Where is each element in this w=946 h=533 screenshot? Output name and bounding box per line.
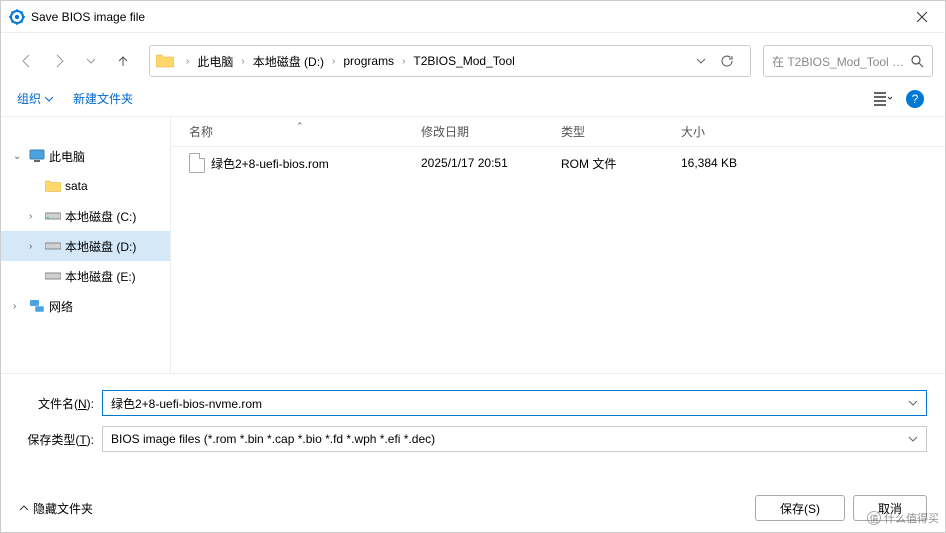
column-name[interactable]: 名称⌃ [171, 123, 421, 140]
search-placeholder: 在 T2BIOS_Mod_Tool 中... [772, 53, 910, 70]
tree-item-thispc[interactable]: ⌄ 此电脑 [1, 141, 170, 171]
breadcrumb-item[interactable]: 本地磁盘 (D:) [249, 53, 328, 70]
forward-button[interactable] [45, 47, 73, 75]
breadcrumb-item[interactable]: programs [339, 54, 398, 68]
column-headers: 名称⌃ 修改日期 类型 大小 [171, 117, 945, 147]
sidebar-tree: ⌄ 此电脑 sata › 本地磁盘 (C:) › 本地磁盘 (D:) 本地磁盘 … [1, 117, 171, 373]
address-bar[interactable]: › 此电脑 › 本地磁盘 (D:) › programs › T2BIOS_Mo… [149, 45, 751, 77]
tree-item-network[interactable]: › 网络 [1, 291, 170, 321]
tree-label: 此电脑 [49, 148, 85, 165]
tree-label: 本地磁盘 (E:) [65, 268, 136, 285]
up-button[interactable] [109, 47, 137, 75]
chevron-right-icon[interactable]: › [29, 211, 41, 222]
column-size[interactable]: 大小 [681, 123, 781, 140]
search-icon [910, 54, 924, 68]
view-mode-button[interactable] [869, 85, 897, 113]
pc-icon [29, 148, 45, 164]
tree-item-sata[interactable]: sata [1, 171, 170, 201]
toolbar: 组织 新建文件夹 ? [1, 81, 945, 117]
file-name: 绿色2+8-uefi-bios.rom [211, 155, 329, 172]
tree-item-drive-e[interactable]: 本地磁盘 (E:) [1, 261, 170, 291]
refresh-icon[interactable] [720, 54, 744, 68]
sort-asc-icon: ⌃ [296, 121, 304, 132]
close-button[interactable] [899, 1, 945, 33]
app-icon [9, 9, 25, 25]
cancel-button[interactable]: 取消 [853, 495, 927, 521]
title-bar: Save BIOS image file [1, 1, 945, 33]
window-title: Save BIOS image file [31, 10, 899, 24]
folder-icon [156, 54, 174, 68]
tree-label: sata [65, 179, 88, 193]
chevron-right-icon[interactable]: › [13, 301, 25, 312]
file-type: ROM 文件 [561, 155, 681, 172]
tree-item-drive-d[interactable]: › 本地磁盘 (D:) [1, 231, 170, 261]
chevron-up-icon [19, 503, 29, 513]
organize-button[interactable]: 组织 [17, 90, 53, 107]
column-type[interactable]: 类型 [561, 123, 681, 140]
dropdown-icon[interactable] [696, 56, 720, 66]
chevron-down-icon[interactable] [908, 398, 918, 408]
tree-item-drive-c[interactable]: › 本地磁盘 (C:) [1, 201, 170, 231]
chevron-right-icon[interactable]: › [237, 56, 248, 67]
new-folder-button[interactable]: 新建文件夹 [73, 90, 133, 107]
breadcrumb-item[interactable]: T2BIOS_Mod_Tool [409, 54, 518, 68]
drive-icon [45, 268, 61, 284]
breadcrumb-item[interactable]: 此电脑 [193, 53, 237, 70]
column-date[interactable]: 修改日期 [421, 123, 561, 140]
search-input[interactable]: 在 T2BIOS_Mod_Tool 中... [763, 45, 933, 77]
back-button[interactable] [13, 47, 41, 75]
recent-button[interactable] [77, 47, 105, 75]
tree-label: 本地磁盘 (C:) [65, 208, 136, 225]
drive-icon [45, 238, 61, 254]
drive-icon [45, 208, 61, 224]
chevron-right-icon[interactable]: › [398, 56, 409, 67]
save-button[interactable]: 保存(S) [755, 495, 845, 521]
filename-input[interactable]: 绿色2+8-uefi-bios-nvme.rom [102, 390, 927, 416]
content-area: ⌄ 此电脑 sata › 本地磁盘 (C:) › 本地磁盘 (D:) 本地磁盘 … [1, 117, 945, 373]
chevron-right-icon[interactable]: › [328, 56, 339, 67]
file-list: 名称⌃ 修改日期 类型 大小 绿色2+8-uefi-bios.rom 2025/… [171, 117, 945, 373]
file-size: 16,384 KB [681, 156, 781, 170]
chevron-down-icon[interactable] [908, 434, 918, 444]
filetype-select[interactable]: BIOS image files (*.rom *.bin *.cap *.bi… [102, 426, 927, 452]
chevron-right-icon[interactable]: › [29, 241, 41, 252]
hide-folders-toggle[interactable]: 隐藏文件夹 [19, 500, 93, 517]
help-button[interactable]: ? [901, 85, 929, 113]
file-icon [189, 153, 205, 173]
input-panel: 文件名(N): 绿色2+8-uefi-bios-nvme.rom 保存类型(T)… [1, 373, 945, 470]
filetype-label: 保存类型(T): [19, 431, 94, 448]
tree-label: 本地磁盘 (D:) [65, 238, 136, 255]
filename-label: 文件名(N): [19, 395, 94, 412]
file-date: 2025/1/17 20:51 [421, 156, 561, 170]
file-row[interactable]: 绿色2+8-uefi-bios.rom 2025/1/17 20:51 ROM … [171, 147, 945, 179]
nav-bar: › 此电脑 › 本地磁盘 (D:) › programs › T2BIOS_Mo… [1, 41, 945, 81]
chevron-down-icon[interactable]: ⌄ [13, 151, 25, 162]
footer: 隐藏文件夹 保存(S) 取消 [1, 484, 945, 532]
tree-label: 网络 [49, 298, 73, 315]
chevron-right-icon[interactable]: › [182, 56, 193, 67]
help-icon: ? [906, 90, 924, 108]
network-icon [29, 298, 45, 314]
folder-icon [45, 178, 61, 194]
